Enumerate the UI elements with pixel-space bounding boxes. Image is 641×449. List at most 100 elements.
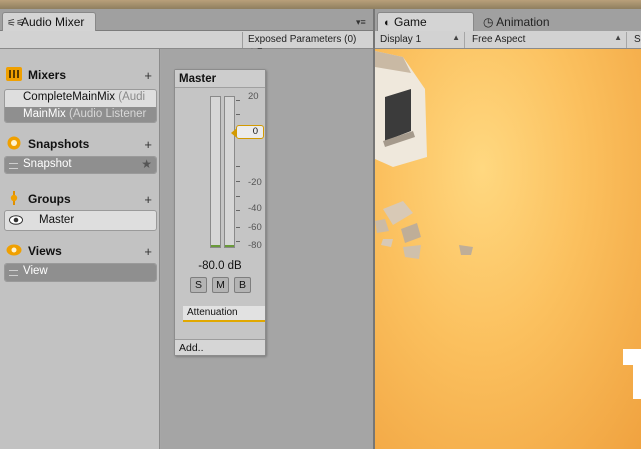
rubble-piece (383, 201, 413, 225)
window-menu-icon[interactable]: ▾≡ (356, 17, 370, 27)
snapshots-section-header: Snapshots + (6, 136, 156, 156)
mixer-tab-bar: ⚟⚟Audio Mixer ▾≡ (0, 9, 373, 32)
mixer-toolbar: Exposed Parameters (0) ▲▼ (0, 31, 373, 55)
fader-value: 0 (252, 126, 258, 137)
game-tab[interactable]: ◐ Game (377, 12, 474, 32)
scale-tick (236, 196, 240, 197)
snapshot-item[interactable]: Snapshot ★ (5, 157, 156, 173)
scale-tick (236, 181, 240, 182)
aspect-dropdown[interactable]: Free Aspect ▲ (467, 32, 627, 48)
mixers-title: Mixers (28, 68, 67, 82)
exposed-parameters-dropdown[interactable]: Exposed Parameters (0) ▲▼ (242, 32, 368, 55)
solo-button[interactable]: S (190, 277, 207, 293)
add-effect-button[interactable]: Add.. (175, 339, 265, 355)
mixer-item-completemainmix[interactable]: CompleteMainMix (Audi (5, 90, 156, 107)
scale-tick (236, 100, 240, 101)
groups-title: Groups (28, 192, 71, 206)
scale-tick (236, 227, 240, 228)
mixer-item-detail: (Audi (118, 91, 146, 103)
rubble-piece (403, 245, 421, 259)
rubble-piece (459, 245, 473, 255)
display-label: Display 1 (380, 34, 422, 45)
strip-title: Master (175, 70, 265, 88)
mixer-hierarchy-panel: Mixers + CompleteMainMix (Audi MainMix (… (0, 49, 160, 449)
game-icon: ◐ (384, 17, 391, 29)
eye-icon[interactable] (9, 215, 23, 225)
mute-button[interactable]: M (212, 277, 229, 293)
scale-label-minus80: -80 (248, 240, 262, 251)
audio-mixer-tab-label: Audio Mixer (21, 15, 85, 29)
scale-label: Sc (634, 34, 641, 45)
mixers-icon (6, 67, 22, 81)
game-tab-bar: ◐ Game ◷ Animation (375, 9, 641, 32)
mixer-item-name: MainMix (23, 108, 66, 120)
effect-attenuation[interactable]: Attenuation (183, 306, 265, 322)
sign-shape (623, 349, 641, 365)
scale-tick (236, 166, 240, 167)
dropdown-arrow-icon: ▲ (452, 33, 460, 42)
game-tab-label: Game (394, 15, 427, 29)
scale-tick (236, 114, 240, 115)
scale-slider-label[interactable]: Sc (629, 32, 641, 48)
channel-strip-master: Master 20 -20 -40 -60 -80 0 -80.0 dB S M… (174, 69, 266, 356)
mixers-section-header: Mixers + (6, 67, 156, 87)
views-section-header: Views + (6, 243, 156, 263)
exposed-parameters-label: Exposed Parameters (0) (248, 34, 357, 45)
group-item-name: Master (39, 214, 75, 226)
db-readout: -80.0 dB (198, 260, 242, 272)
add-view-button[interactable]: + (144, 244, 152, 259)
dropdown-arrow-icon: ▲ (614, 33, 622, 42)
star-icon[interactable]: ★ (141, 157, 152, 171)
snapshot-item-name: Snapshot (23, 158, 72, 170)
drag-handle-icon[interactable] (9, 270, 18, 276)
display-dropdown[interactable]: Display 1 ▲ (375, 32, 465, 48)
add-mixer-button[interactable]: + (144, 68, 152, 83)
scale-tick (236, 210, 240, 211)
groups-list: Master (4, 210, 157, 231)
scale-label-minus40: -40 (248, 203, 262, 214)
game-window: ◐ Game ◷ Animation Display 1 ▲ Free Aspe… (373, 9, 641, 449)
views-icon (6, 244, 22, 256)
drag-handle-icon[interactable] (9, 163, 18, 169)
groups-section-header: Groups + (6, 191, 156, 211)
aspect-label: Free Aspect (472, 34, 526, 45)
snapshots-list: Snapshot ★ (4, 156, 157, 174)
scale-label-minus20: -20 (248, 177, 262, 188)
sign-shape (633, 365, 641, 399)
mixer-strips-area: Master 20 -20 -40 -60 -80 0 -80.0 dB S M… (161, 49, 373, 449)
views-title: Views (28, 244, 62, 258)
level-meter-left (210, 96, 221, 248)
level-meter-right (224, 96, 235, 248)
game-viewport[interactable] (375, 49, 641, 449)
view-item-name: View (23, 265, 48, 277)
clock-icon: ◷ (483, 15, 494, 29)
animation-tab[interactable]: ◷ Animation (479, 13, 579, 31)
rubble-piece (375, 219, 389, 233)
rubble-piece (401, 223, 421, 243)
mixers-list: CompleteMainMix (Audi MainMix (Audio Lis… (4, 89, 157, 123)
mixer-item-mainmix[interactable]: MainMix (Audio Listener (5, 107, 156, 122)
audio-mixer-icon: ⚟⚟ (7, 18, 25, 29)
game-toolbar: Display 1 ▲ Free Aspect ▲ Sc (375, 31, 641, 49)
game-scene (375, 51, 641, 399)
add-snapshot-button[interactable]: + (144, 137, 152, 152)
snapshots-icon (7, 136, 21, 150)
volume-fader-handle[interactable]: 0 (231, 125, 264, 139)
audio-mixer-tab[interactable]: ⚟⚟Audio Mixer (2, 12, 96, 32)
rubble-piece (381, 239, 393, 247)
scale-tick (236, 241, 240, 242)
scale-label-minus60: -60 (248, 222, 262, 233)
animation-tab-label: Animation (496, 15, 550, 29)
add-group-button[interactable]: + (144, 192, 152, 207)
mixer-item-name: CompleteMainMix (23, 91, 116, 103)
audio-mixer-window: ⚟⚟Audio Mixer ▾≡ Exposed Parameters (0) … (0, 9, 373, 449)
snapshots-title: Snapshots (28, 137, 90, 151)
view-item[interactable]: View (5, 264, 156, 281)
scale-label-20: 20 (248, 91, 259, 102)
top-strip (0, 0, 641, 9)
mixer-item-detail: (Audio Listener (69, 108, 147, 120)
bypass-button[interactable]: B (234, 277, 251, 293)
group-item-master[interactable]: Master (5, 211, 156, 230)
views-list: View (4, 263, 157, 282)
groups-icon (10, 191, 18, 205)
